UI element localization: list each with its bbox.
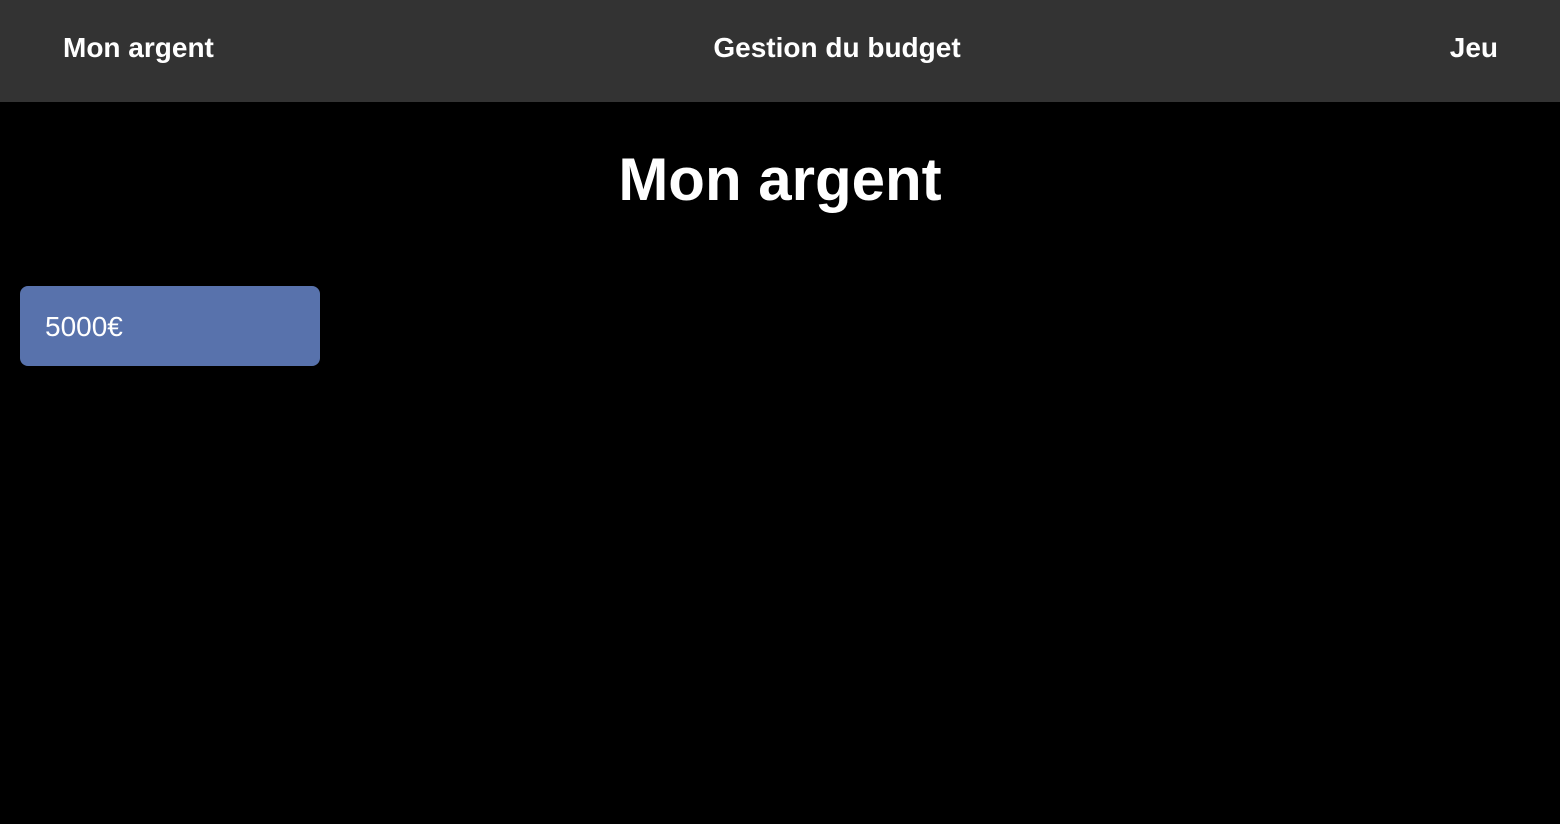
nav-link-gestion-du-budget[interactable]: Gestion du budget <box>0 0 1560 96</box>
page-title: Mon argent <box>618 146 942 213</box>
nav-link-jeu[interactable]: Jeu <box>1450 0 1498 96</box>
balance-amount: 5000€ <box>45 311 123 342</box>
top-navbar: Mon argent Gestion du budget Jeu <box>0 0 1560 102</box>
balance-card: 5000€ <box>20 286 320 366</box>
